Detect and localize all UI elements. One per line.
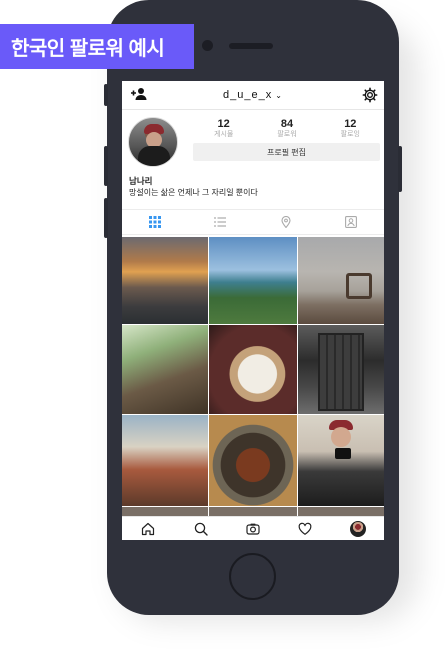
bio-text: 망설이는 삶은 언제나 그 자리일 뿐이다 xyxy=(129,188,258,197)
stat-followers-label: 팔로워 xyxy=(277,131,297,138)
heart-icon xyxy=(299,522,312,535)
photo-grid xyxy=(122,237,384,519)
edit-profile-button[interactable]: 프로필 편집 xyxy=(193,143,380,161)
earpiece-speaker xyxy=(229,43,273,49)
display-name: 남나리 xyxy=(129,176,153,186)
photo-detail xyxy=(335,448,351,459)
stat-following-value: 12 xyxy=(344,118,357,130)
front-camera xyxy=(202,40,213,51)
stat-followers-value: 84 xyxy=(280,118,294,130)
home-button[interactable] xyxy=(229,553,276,600)
photo-tile[interactable] xyxy=(209,325,297,414)
photo-tile[interactable] xyxy=(122,237,208,324)
stat-posts-value: 12 xyxy=(217,118,230,130)
nav-search[interactable] xyxy=(174,517,226,540)
search-icon xyxy=(194,522,208,536)
tagged-person-icon xyxy=(345,216,358,228)
username-label: d_u_e_x xyxy=(223,89,273,101)
photo-tile[interactable] xyxy=(298,415,384,506)
side-button-volume-up xyxy=(104,146,108,186)
photo-detail xyxy=(346,273,372,299)
tab-list[interactable] xyxy=(188,210,254,234)
stat-following-label: 팔로잉 xyxy=(340,131,360,138)
bottom-nav xyxy=(122,516,384,540)
divider xyxy=(122,109,384,110)
photo-tile[interactable] xyxy=(209,415,297,506)
side-button-power xyxy=(398,146,402,192)
example-badge: 한국인 팔로워 예시 xyxy=(0,24,194,69)
photo-tile[interactable] xyxy=(298,237,384,324)
profile-stats: 12 게시물 84 팔로워 12 팔로잉 xyxy=(192,118,382,140)
photo-detail xyxy=(331,427,351,447)
username-switcher[interactable]: d_u_e_x ⌄ xyxy=(122,89,384,101)
tab-location[interactable] xyxy=(253,210,319,234)
list-icon xyxy=(214,217,227,227)
chevron-down-icon: ⌄ xyxy=(275,91,283,100)
profile-avatar xyxy=(349,520,366,537)
top-bar: d_u_e_x ⌄ xyxy=(122,81,384,109)
stat-followers[interactable]: 84 팔로워 xyxy=(255,118,318,140)
home-icon xyxy=(142,522,155,535)
gear-icon[interactable] xyxy=(362,87,378,103)
nav-profile[interactable] xyxy=(332,517,384,540)
location-pin-icon xyxy=(281,216,291,228)
tab-tagged[interactable] xyxy=(319,210,385,234)
profile-tabs xyxy=(122,209,384,235)
photo-tile[interactable] xyxy=(122,415,208,506)
stat-posts[interactable]: 12 게시물 xyxy=(192,118,255,140)
side-button-volume-down xyxy=(104,198,108,238)
side-button-mute xyxy=(104,84,108,106)
camera-icon xyxy=(246,523,260,535)
avatar[interactable] xyxy=(128,117,178,167)
nav-activity[interactable] xyxy=(279,517,331,540)
nav-camera[interactable] xyxy=(227,517,279,540)
grid-icon xyxy=(148,216,161,228)
photo-tile[interactable] xyxy=(298,325,384,414)
avatar-body xyxy=(138,146,170,166)
nav-home[interactable] xyxy=(122,517,174,540)
tab-grid[interactable] xyxy=(122,210,188,234)
stat-following[interactable]: 12 팔로잉 xyxy=(319,118,382,140)
stat-posts-label: 게시물 xyxy=(214,131,234,138)
photo-detail xyxy=(318,333,364,411)
photo-tile[interactable] xyxy=(209,237,297,324)
photo-tile[interactable] xyxy=(122,325,208,414)
app-screen: d_u_e_x ⌄ 12 게시물 84 팔로워 12 팔로잉 프로필 편집 남나리… xyxy=(122,81,384,540)
